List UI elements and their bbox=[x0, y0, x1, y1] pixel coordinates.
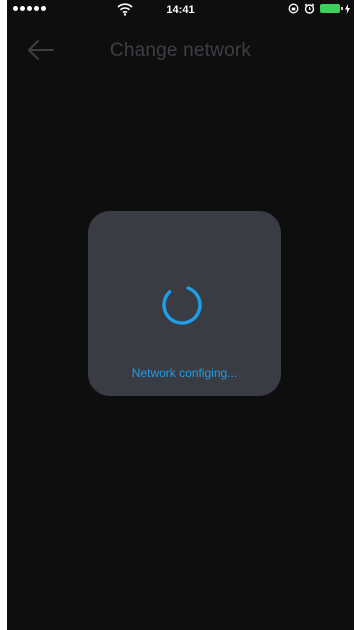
battery-icon bbox=[320, 4, 343, 13]
loading-dialog: Network configing... bbox=[88, 211, 281, 396]
charging-icon bbox=[345, 3, 350, 14]
spinner-icon bbox=[162, 285, 202, 325]
rotation-lock-icon bbox=[288, 3, 299, 14]
app-screen: 14:41 Change network Network configing..… bbox=[7, 0, 354, 630]
page-title: Change network bbox=[109, 40, 252, 61]
loading-message: Network configing... bbox=[131, 366, 238, 380]
status-right bbox=[288, 3, 350, 14]
navigation-bar: Change network bbox=[7, 28, 354, 72]
alarm-icon bbox=[304, 3, 315, 14]
status-bar: 14:41 bbox=[7, 0, 354, 20]
